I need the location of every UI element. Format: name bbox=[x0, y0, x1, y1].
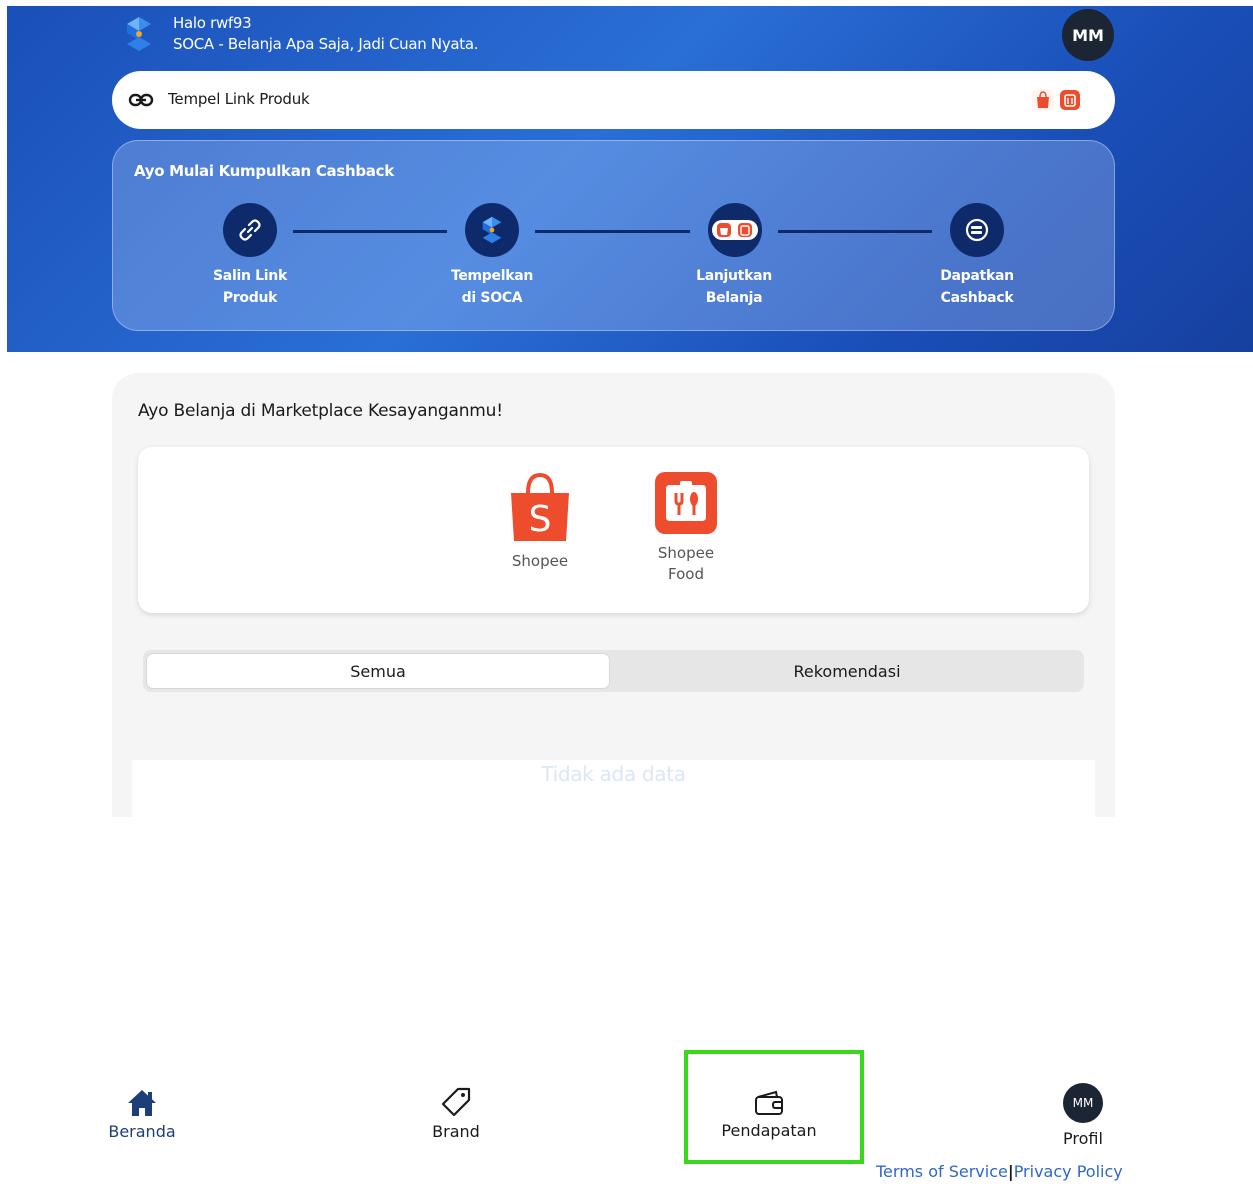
step-label: Lanjutkan Belanja bbox=[674, 265, 794, 309]
tab-all[interactable]: Semua bbox=[146, 653, 610, 689]
privacy-link[interactable]: Privacy Policy bbox=[1014, 1162, 1123, 1181]
greeting-block: Halo rwf93 SOCA - Belanja Apa Saja, Jadi… bbox=[173, 13, 479, 55]
soca-logo-icon bbox=[127, 17, 151, 51]
tag-icon bbox=[441, 1087, 471, 1117]
shop-icons bbox=[712, 220, 758, 240]
shopee-food-icon bbox=[1060, 90, 1080, 110]
step-label: Dapatkan Cashback bbox=[917, 265, 1037, 309]
shopee-bag-icon bbox=[1032, 89, 1054, 111]
nav-home-label: Beranda bbox=[108, 1122, 176, 1141]
marketplace-label: Shopee bbox=[657, 544, 715, 562]
nav-profile-label: Profil bbox=[1063, 1129, 1103, 1148]
shopee-food-icon bbox=[655, 472, 717, 534]
step-connector bbox=[293, 230, 447, 233]
terms-link[interactable]: Terms of Service bbox=[876, 1162, 1008, 1181]
step-label: Salin Link Produk bbox=[190, 265, 310, 309]
marketplace-list: S Shopee Shopee Food bbox=[138, 447, 1089, 613]
step-connector bbox=[535, 230, 690, 233]
step-copy-link bbox=[223, 203, 277, 257]
link-icon bbox=[128, 93, 154, 107]
step-label-line: Tempelkan bbox=[450, 268, 534, 284]
marketplace-shopee[interactable]: S Shopee bbox=[500, 471, 580, 572]
soca-logo-icon bbox=[482, 216, 502, 244]
highlight-box bbox=[684, 1050, 864, 1164]
empty-state-text: Tidak ada data bbox=[541, 762, 686, 786]
step-label-line: Salin Link bbox=[213, 268, 287, 284]
step-get-cashback bbox=[950, 203, 1004, 257]
shopee-bag-icon: S bbox=[511, 472, 569, 541]
step-label-line: di SOCA bbox=[461, 290, 523, 306]
marketplace-label: Shopee bbox=[511, 552, 569, 570]
avatar[interactable]: MM bbox=[1062, 9, 1114, 61]
home-icon bbox=[128, 1090, 156, 1116]
marketplace-panel: Ayo Belanja di Marketplace Kesayanganmu!… bbox=[112, 373, 1115, 817]
step-connector bbox=[778, 230, 932, 233]
step-label-line: Cashback bbox=[940, 290, 1014, 306]
nav-brand[interactable]: Brand bbox=[416, 1086, 496, 1141]
step-label-line: Lanjutkan bbox=[696, 268, 772, 284]
avatar: MM bbox=[1063, 1083, 1103, 1123]
svg-text:S: S bbox=[529, 499, 552, 540]
filter-tabs: Semua Rekomendasi bbox=[143, 650, 1084, 692]
empty-state: Tidak ada data bbox=[132, 760, 1095, 817]
nav-home[interactable]: Beranda bbox=[102, 1088, 182, 1141]
marketplace-shopee-food[interactable]: Shopee Food bbox=[646, 471, 726, 585]
link-icon bbox=[239, 219, 261, 241]
step-continue-shopping bbox=[708, 203, 762, 257]
cashback-steps-panel: Ayo Mulai Kumpulkan Cashback Salin Link … bbox=[112, 140, 1115, 331]
nav-brand-label: Brand bbox=[432, 1122, 480, 1141]
step-label-line: Belanja bbox=[705, 290, 763, 306]
marketplace-label: Food bbox=[668, 565, 704, 583]
step-label-line: Produk bbox=[222, 290, 278, 306]
tab-recommended[interactable]: Rekomendasi bbox=[613, 653, 1081, 689]
step-paste-soca bbox=[465, 203, 519, 257]
paste-link-input[interactable]: Tempel Link Produk bbox=[112, 71, 1115, 129]
cashback-icon bbox=[965, 218, 989, 242]
step-label-line: Dapatkan bbox=[940, 268, 1014, 284]
marketplace-heading: Ayo Belanja di Marketplace Kesayanganmu! bbox=[138, 401, 503, 421]
tagline-text: SOCA - Belanja Apa Saja, Jadi Cuan Nyata… bbox=[173, 35, 479, 53]
footer-links: Terms of Service|Privacy Policy bbox=[876, 1162, 1123, 1181]
step-label: Tempelkan di SOCA bbox=[432, 265, 552, 309]
greeting-text: Halo rwf93 bbox=[173, 14, 252, 32]
nav-profile[interactable]: MM Profil bbox=[1043, 1083, 1123, 1148]
paste-link-placeholder: Tempel Link Produk bbox=[168, 90, 310, 108]
steps-title: Ayo Mulai Kumpulkan Cashback bbox=[134, 162, 394, 180]
